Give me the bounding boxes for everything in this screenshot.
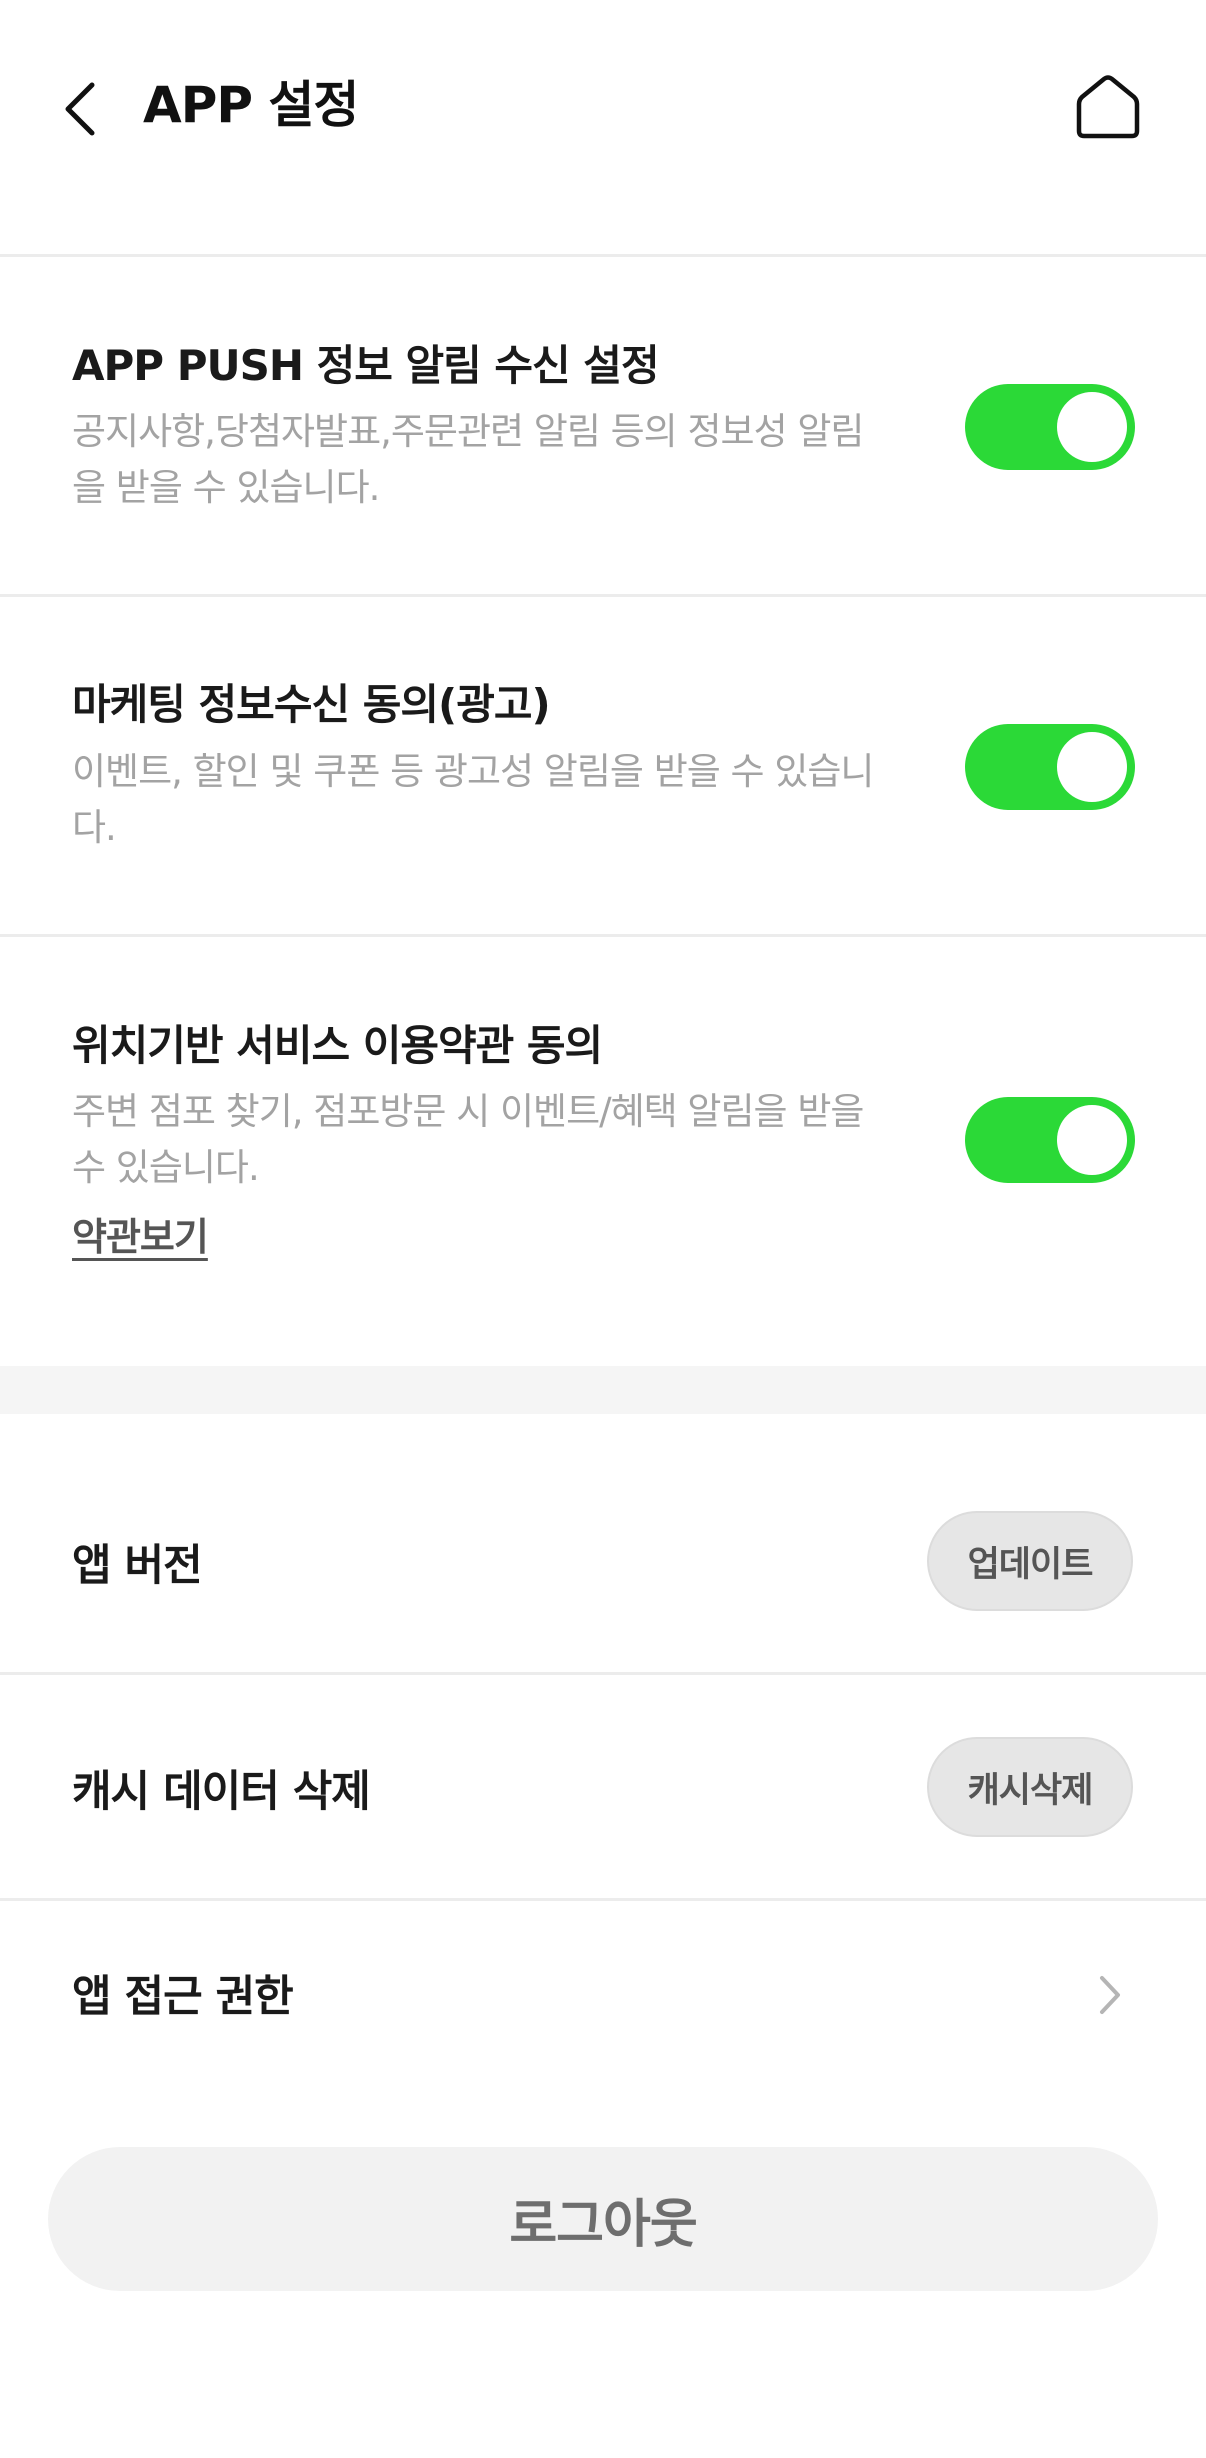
home-icon	[1076, 75, 1140, 139]
location-setting-title: 위치기반 서비스 이용약관 동의	[72, 1021, 603, 1070]
clear-cache-button[interactable]: 캐시삭제	[927, 1737, 1133, 1837]
home-button[interactable]	[1068, 62, 1148, 152]
cache-title: 캐시 데이터 삭제	[72, 1767, 371, 1817]
logout-button[interactable]: 로그아웃	[48, 2147, 1158, 2291]
location-toggle[interactable]	[965, 1097, 1135, 1183]
chevron-right-icon[interactable]	[1090, 1970, 1130, 2020]
divider	[0, 1672, 1206, 1675]
push-toggle[interactable]	[965, 384, 1135, 470]
update-button[interactable]: 업데이트	[927, 1511, 1133, 1611]
header-divider	[0, 254, 1206, 257]
chevron-left-icon	[65, 82, 95, 136]
location-setting-description: 주변 점포 찾기, 점포방문 시 이벤트/혜택 알림을 받을 수 있습니다.	[72, 1090, 864, 1189]
marketing-setting-description: 이벤트, 할인 및 쿠폰 등 광고성 알림을 받을 수 있습니다.	[72, 750, 874, 849]
divider	[0, 934, 1206, 937]
section-separator	[0, 1366, 1206, 1414]
toggle-knob	[1057, 1105, 1127, 1175]
app-version-title: 앱 버전	[72, 1541, 203, 1591]
marketing-toggle[interactable]	[965, 724, 1135, 810]
push-setting-description: 공지사항,당첨자발표,주문관련 알림 등의 정보성 알림을 받을 수 있습니다.	[72, 410, 864, 509]
push-setting-title: APP PUSH 정보 알림 수신 설정	[72, 341, 660, 390]
divider	[0, 594, 1206, 597]
header-bar: APP 설정	[0, 0, 1206, 257]
toggle-knob	[1057, 392, 1127, 462]
divider	[0, 1898, 1206, 1901]
terms-link[interactable]: 약관보기	[72, 1206, 209, 1261]
toggle-knob	[1057, 732, 1127, 802]
back-button[interactable]	[48, 64, 112, 154]
marketing-setting-title: 마케팅 정보수신 동의(광고)	[72, 680, 551, 729]
page-title: APP 설정	[143, 76, 359, 134]
app-permissions-title[interactable]: 앱 접근 권한	[72, 1962, 294, 2024]
